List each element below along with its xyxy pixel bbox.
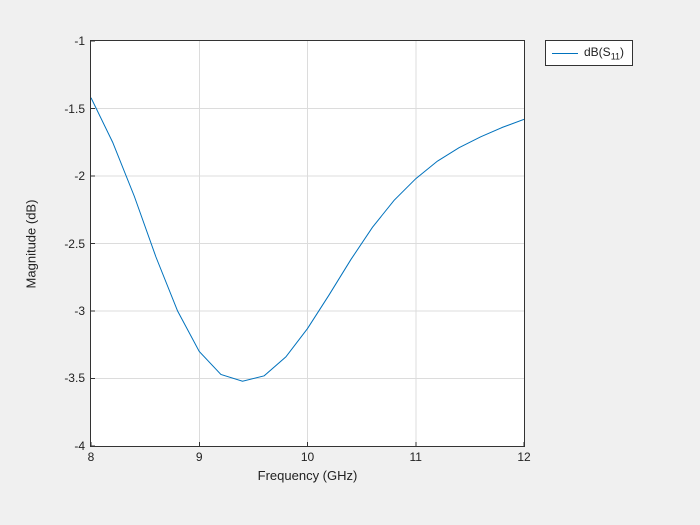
xtick: 12 <box>517 450 530 464</box>
legend-label: dB(S11) <box>584 45 624 61</box>
ytick: -2.5 <box>64 237 85 251</box>
axes: 8 9 10 11 12 -4 -3.5 -3 -2.5 -2 -1.5 -1 … <box>90 40 525 447</box>
legend-entry: dB(S11) <box>552 45 624 61</box>
xtick: 11 <box>410 450 422 464</box>
legend[interactable]: dB(S11) <box>545 40 633 66</box>
xtick: 10 <box>301 450 314 464</box>
ytick: -4 <box>74 439 85 453</box>
ytick: -3 <box>74 304 85 318</box>
figure: 8 9 10 11 12 -4 -3.5 -3 -2.5 -2 -1.5 -1 … <box>0 0 700 525</box>
x-axis-label: Frequency (GHz) <box>258 468 358 483</box>
ytick: -1 <box>74 34 85 48</box>
xtick: 8 <box>88 450 95 464</box>
ytick: -3.5 <box>64 371 85 385</box>
axes-svg <box>91 41 524 446</box>
legend-swatch-icon <box>552 53 578 54</box>
ytick: -2 <box>74 169 85 183</box>
y-axis-label: Magnitude (dB) <box>24 199 39 288</box>
ytick: -1.5 <box>64 102 85 116</box>
xtick: 9 <box>196 450 203 464</box>
gridlines <box>91 41 524 446</box>
